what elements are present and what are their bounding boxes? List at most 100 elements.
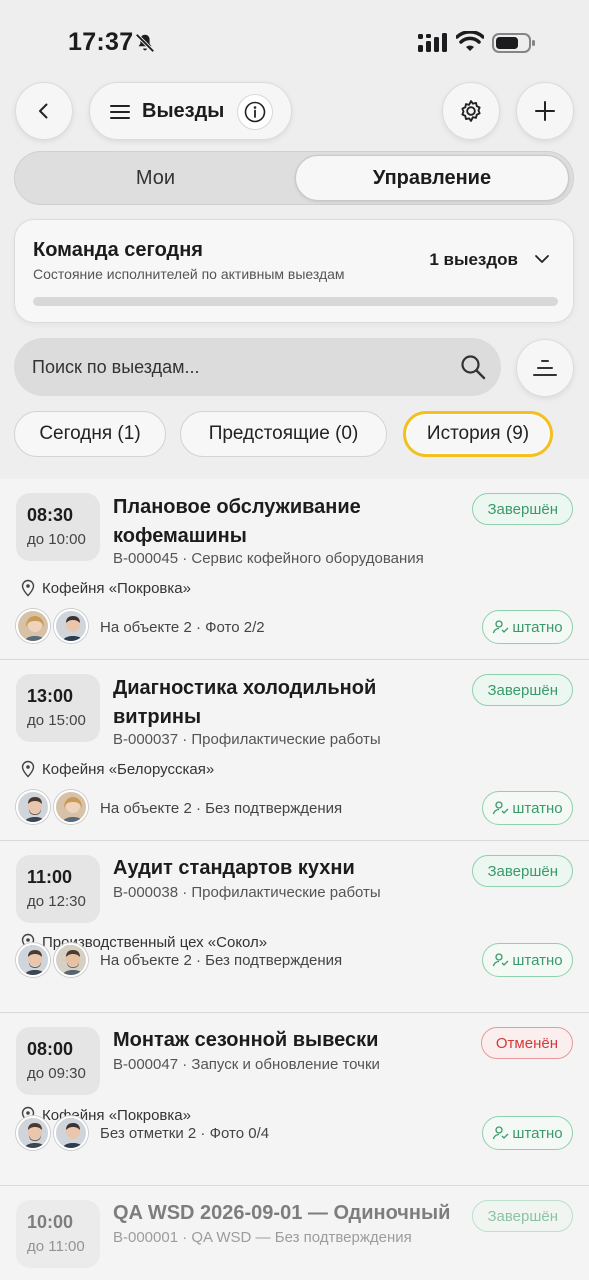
visit-meta: В-000001 · QA WSD — Без подтверждения	[113, 1229, 412, 1246]
avatar[interactable]	[16, 1116, 50, 1150]
visit-card[interactable]: 11:00 до 12:30 Аудит стандартов кухни В-…	[0, 841, 589, 1013]
view-segmented-control: Мои Управление	[14, 151, 574, 205]
filter-today[interactable]: Сегодня (1)	[14, 411, 166, 457]
chevron-left-icon	[39, 103, 48, 119]
add-button[interactable]	[516, 82, 574, 140]
visit-title: Аудит стандартов кухни	[113, 857, 355, 879]
status-normal-button[interactable]: штатно	[482, 943, 573, 977]
user-check-icon	[493, 1126, 509, 1140]
visit-end-time: до 09:30	[27, 1065, 86, 1082]
filter-upcoming[interactable]: Предстоящие (0)	[180, 411, 387, 457]
avatar[interactable]	[54, 790, 88, 824]
tab-manage[interactable]: Управление	[295, 155, 569, 201]
visit-time-box: 10:00 до 11:00	[16, 1200, 100, 1268]
team-progress-bar	[33, 297, 558, 306]
section-title-pill[interactable]: Выезды	[89, 82, 292, 140]
status-normal-button[interactable]: штатно	[482, 610, 573, 644]
team-card-title: Команда сегодня	[33, 239, 203, 261]
location-pin-icon	[21, 579, 35, 597]
visit-end-time: до 11:00	[27, 1238, 85, 1255]
battery-icon	[492, 33, 535, 53]
menu-icon[interactable]	[110, 102, 130, 122]
status-normal-label: штатно	[512, 618, 563, 636]
visit-location: Кофейня «Покровка»	[20, 579, 191, 597]
assignee-avatars	[16, 609, 92, 643]
visit-end-time: до 10:00	[27, 531, 86, 548]
info-button[interactable]	[237, 94, 273, 130]
status-badge: Завершён	[472, 855, 573, 887]
back-button[interactable]	[15, 82, 73, 140]
visit-start-time: 11:00	[27, 867, 73, 887]
visit-title: Плановое обслуживание кофемашины	[113, 496, 361, 547]
assignee-avatars	[16, 943, 92, 977]
visit-meta: В-000045 · Сервис кофейного оборудования	[113, 550, 424, 567]
bell-muted-icon	[135, 33, 155, 53]
team-today-card[interactable]: Команда сегодня Состояние исполнителей п…	[14, 219, 574, 323]
visit-start-time: 13:00	[27, 686, 74, 706]
chevron-down-icon[interactable]	[533, 252, 551, 266]
visit-title: Диагностика холодильной витрины	[113, 677, 377, 728]
tab-mine[interactable]: Мои	[19, 155, 292, 201]
visit-end-time: до 15:00	[27, 712, 86, 729]
assignee-avatars	[16, 1116, 92, 1150]
settings-button[interactable]	[442, 82, 500, 140]
visit-card[interactable]: 13:00 до 15:00 Диагностика холодильной в…	[0, 660, 589, 841]
avatar[interactable]	[16, 790, 50, 824]
visit-presence: На объекте 2 · Без подтверждения	[100, 800, 343, 817]
visit-meta: В-000038 · Профилактические работы	[113, 884, 381, 901]
visit-start-time: 08:00	[27, 1039, 74, 1059]
visit-location-label: Кофейня «Покровка»	[42, 579, 191, 597]
status-badge: Завершён	[472, 493, 573, 525]
gear-icon	[461, 100, 481, 122]
visit-time-box: 08:00 до 09:30	[16, 1027, 100, 1095]
info-icon	[244, 101, 266, 123]
visit-time-box: 11:00 до 12:30	[16, 855, 100, 923]
visit-presence: На объекте 2 · Без подтверждения	[100, 952, 343, 969]
status-badge: Отменён	[480, 1027, 573, 1059]
status-normal-button[interactable]: штатно	[482, 1116, 573, 1150]
avatar[interactable]	[16, 609, 50, 643]
visit-card[interactable]: 08:30 до 10:00 Плановое обслуживание коф…	[0, 479, 589, 660]
search-bar	[14, 338, 501, 396]
visit-meta: В-000047 · Запуск и обновление точки	[113, 1056, 380, 1073]
visit-title: QA WSD 2026-09-01 — Одиночный	[113, 1202, 451, 1224]
visit-start-time: 08:30	[27, 505, 74, 525]
wifi-icon	[456, 31, 484, 51]
visit-card[interactable]: 10:00 до 11:00 QA WSD 2026-09-01 — Одино…	[0, 1186, 589, 1280]
user-check-icon	[493, 953, 509, 967]
user-check-icon	[493, 801, 509, 815]
team-visit-count: 1 выездов	[429, 250, 518, 269]
user-check-icon	[493, 620, 509, 634]
status-normal-label: штатно	[512, 1124, 563, 1142]
visit-presence: На объекте 2 · Фото 2/2	[100, 619, 265, 636]
location-pin-icon	[21, 760, 35, 778]
visit-location-label: Кофейня «Белорусская»	[42, 760, 215, 778]
visit-start-time: 10:00	[27, 1212, 74, 1232]
avatar[interactable]	[54, 609, 88, 643]
visit-time-box: 13:00 до 15:00	[16, 674, 100, 742]
visit-card[interactable]: 08:00 до 09:30 Монтаж сезонной вывески В…	[0, 1013, 589, 1186]
status-normal-button[interactable]: штатно	[482, 791, 573, 825]
plus-icon	[535, 101, 555, 121]
status-time: 17:37	[68, 28, 134, 56]
status-normal-label: штатно	[512, 799, 563, 817]
status-badge: Завершён	[472, 1200, 573, 1232]
assignee-avatars	[16, 790, 92, 824]
status-badge: Завершён	[472, 674, 573, 706]
search-input[interactable]	[32, 348, 442, 386]
status-normal-label: штатно	[512, 951, 563, 969]
search-icon[interactable]	[459, 353, 487, 381]
filter-history[interactable]: История (9)	[403, 411, 553, 457]
visit-list: 08:30 до 10:00 Плановое обслуживание коф…	[0, 479, 589, 1280]
visit-end-time: до 12:30	[27, 893, 86, 910]
visit-presence: Без отметки 2 · Фото 0/4	[100, 1125, 270, 1142]
sort-icon	[533, 360, 557, 376]
avatar[interactable]	[16, 943, 50, 977]
avatar[interactable]	[54, 1116, 88, 1150]
visit-location: Кофейня «Белорусская»	[20, 760, 214, 778]
cellular-signal-icon	[418, 33, 447, 52]
visit-meta: В-000037 · Профилактические работы	[113, 731, 381, 748]
avatar[interactable]	[54, 943, 88, 977]
sort-button[interactable]	[516, 339, 574, 397]
team-card-subtitle: Состояние исполнителей по активным выезд…	[33, 266, 345, 282]
